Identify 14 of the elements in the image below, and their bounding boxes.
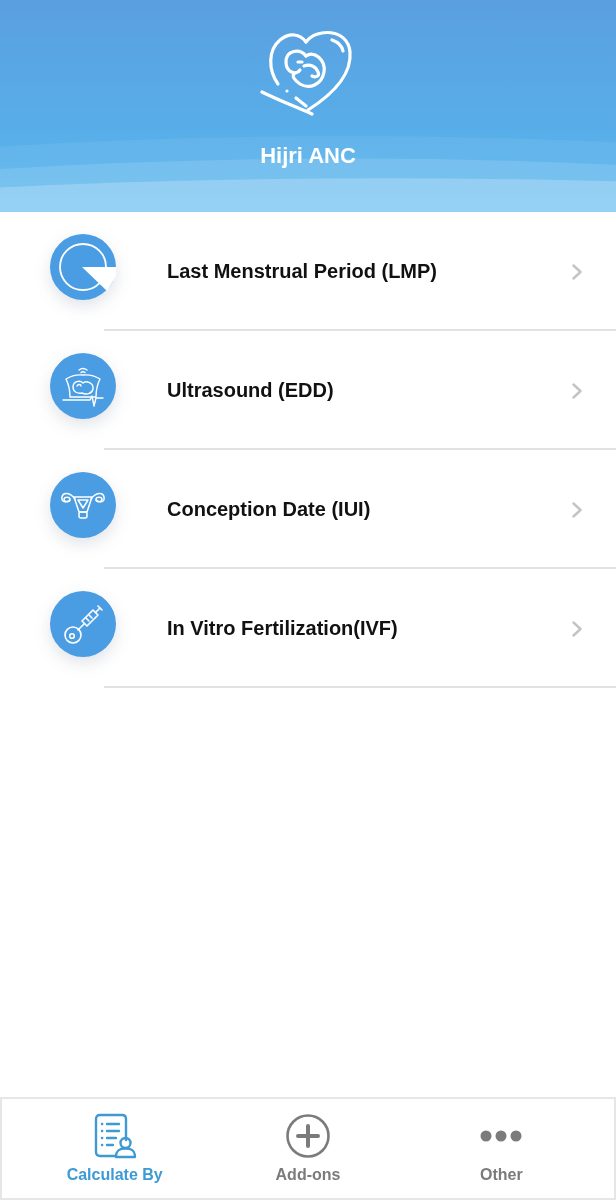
ultrasound-icon (50, 353, 116, 419)
chevron-right-icon (572, 382, 582, 399)
pie-chart-icon (50, 234, 116, 300)
plus-circle-icon (286, 1114, 330, 1158)
app-title: Hijri ANC (260, 143, 356, 169)
chevron-right-icon (572, 620, 582, 637)
syringe-egg-icon (50, 591, 116, 657)
document-person-icon (93, 1113, 136, 1159)
ellipsis-icon (480, 1130, 523, 1142)
tab[interactable]: Add-ons (211, 1099, 405, 1198)
uterus-icon (50, 472, 116, 538)
chevron-right-icon (572, 263, 582, 280)
chevron-right-icon (572, 501, 582, 518)
tab[interactable]: Other (404, 1099, 598, 1198)
